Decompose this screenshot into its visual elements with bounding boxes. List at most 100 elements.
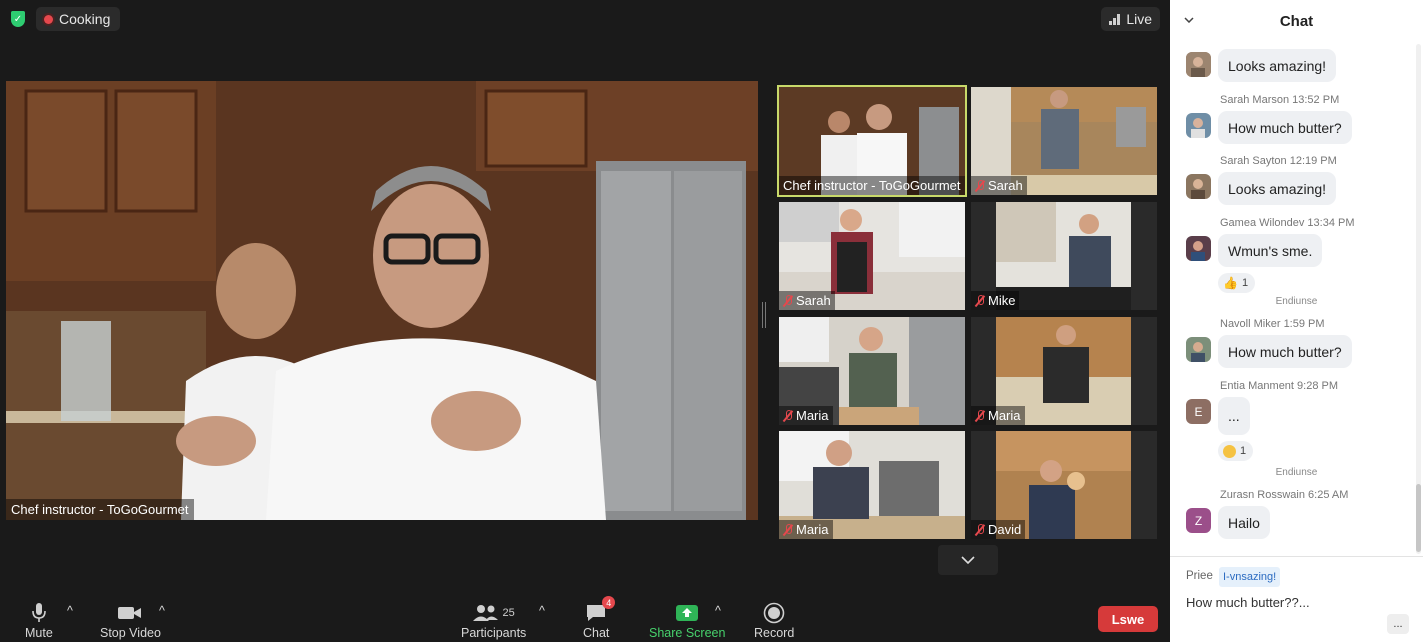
gallery-tile[interactable]: Sarah [971,87,1157,195]
leave-button[interactable]: Lswe [1098,606,1158,632]
live-label: Live [1126,11,1152,27]
chat-button[interactable]: 4 Chat [583,596,616,640]
gallery-tile[interactable]: Sarah [779,202,965,310]
mute-button[interactable]: Mute [25,600,53,640]
gallery-tile[interactable]: Maria [779,431,965,539]
chat-bubble: Wmun's sme. [1218,234,1323,267]
security-badge[interactable]: ✓ [6,7,30,31]
tile-nameplate: Maria [779,520,833,539]
mic-muted-icon [783,294,793,307]
live-badge[interactable]: Live [1101,7,1160,31]
participant-name: Mike [988,293,1016,308]
participant-name: Sarah [796,293,831,308]
mic-muted-icon [975,409,985,422]
microphone-icon [31,600,47,626]
panel-splitter-handle[interactable] [762,302,766,328]
reaction-count: 1 [1241,277,1249,289]
main-speaker-video[interactable]: Chef instructor - ToGoGourmet [6,81,758,520]
tile-nameplate: Sarah [971,176,1027,195]
gallery-tile[interactable]: Maria [779,317,965,425]
chat-label: Chat [583,626,610,640]
speaker-nameplate: Chef instructor - ToGoGourmet [6,499,194,520]
mute-label: Mute [25,626,53,640]
tile-nameplate: David [971,520,1026,539]
chat-message-list[interactable]: Looks amazing! Sarah Marson 13:52 PM How… [1170,36,1423,554]
chevron-down-icon [961,556,975,564]
gallery-tile[interactable]: David [971,431,1157,539]
participant-name: Chef instructor - ToGoGourmet [783,178,961,193]
chat-input-area[interactable]: Priee I-vnsazing! How much butter??... .… [1170,556,1423,642]
participant-name: Maria [988,408,1021,423]
video-camera-icon [117,600,143,626]
send-to-label: Priee [1186,570,1213,582]
speaker-video-frame [6,81,758,520]
share-options-caret[interactable]: ^ [715,604,721,618]
share-screen-icon [675,600,699,626]
mic-muted-icon [783,523,793,536]
avatar [1186,174,1211,199]
participants-options-caret[interactable]: ^ [539,604,545,618]
record-icon [763,600,785,626]
participants-button[interactable]: 25 Participants [461,600,526,640]
avatar: E [1186,399,1211,424]
tile-nameplate: Chef instructor - ToGoGourmet [779,176,965,195]
participants-label: Participants [461,626,527,640]
tile-nameplate: Maria [779,406,833,425]
mic-muted-icon [975,294,985,307]
chat-icon: 4 [585,596,616,626]
avatar: Z [1186,508,1211,533]
chat-bubble: Looks amazing! [1218,49,1337,82]
audio-options-caret[interactable]: ^ [67,604,73,618]
chat-bubble: Looks amazing! [1218,172,1337,205]
signal-bars-icon [1109,13,1121,25]
chat-scrollbar[interactable] [1416,44,1421,554]
smile-emoji-icon [1223,444,1236,458]
chat-bubble: How much butter? [1218,335,1352,368]
chat-title: Chat [1279,12,1314,30]
meeting-topic-badge[interactable]: Cooking [36,7,121,31]
stop-video-button[interactable]: Stop Video [100,600,161,640]
mic-muted-icon [975,179,985,192]
gallery-tile[interactable]: Chef instructor - ToGoGourmet [777,85,967,197]
message-input[interactable]: How much butter??... [1186,595,1310,610]
gallery-next-page-button[interactable] [938,545,998,575]
chat-unread-badge: 4 [602,596,616,609]
record-label: Record [754,626,795,640]
message-sender: Entia Manment 9:28 PM [1220,380,1339,392]
mic-muted-icon [975,523,985,536]
recipient-chip[interactable]: I-vnsazing! [1219,567,1281,587]
meeting-area: ✓ Cooking Live Chef instructor - ToGoGou… [0,0,1170,642]
scrollbar-thumb[interactable] [1416,484,1421,552]
chevron-down-icon[interactable] [1184,14,1194,26]
chevron-up-icon: ^ [539,604,545,618]
stop-video-label: Stop Video [100,626,161,640]
gallery-tile[interactable]: Maria [971,317,1157,425]
share-screen-button[interactable]: Share Screen [649,600,725,640]
share-screen-label: Share Screen [649,626,726,640]
participant-name: Sarah [988,178,1023,193]
chevron-up-icon: ^ [715,604,721,618]
video-options-caret[interactable]: ^ [159,604,165,618]
gallery-tile[interactable]: Mike [971,202,1157,310]
message-sender: Zurasn Rosswain 6:25 AM [1220,489,1349,501]
message-sender: Navoll Miker 1:59 PM [1220,318,1325,330]
mic-muted-icon [783,409,793,422]
participants-count: 25 [502,607,515,619]
record-button[interactable]: Record [754,600,794,640]
avatar [1186,236,1211,261]
chat-bubble: Hailo [1218,506,1270,539]
avatar [1186,113,1211,138]
message-sender: Sarah Sayton 12:19 PM [1220,155,1337,167]
more-options-button[interactable]: ... [1387,614,1409,634]
participant-name: Maria [796,522,829,537]
reaction-chip[interactable]: 1 [1218,441,1254,461]
chat-bubble: How much butter? [1218,111,1352,144]
reaction-chip[interactable]: 👍 1 [1218,273,1256,293]
participant-name: David [988,522,1022,537]
zoom-meeting-window: ✓ Cooking Live Chef instructor - ToGoGou… [0,0,1423,642]
tile-nameplate: Mike [971,291,1020,310]
meeting-toolbar: Mute ^ Stop Video ^ 25 Participants ^ 4 … [0,582,1170,642]
avatar [1186,337,1211,362]
message-sender: Gamea Wilondev 13:34 PM [1220,217,1355,229]
shield-check-icon: ✓ [11,11,25,27]
